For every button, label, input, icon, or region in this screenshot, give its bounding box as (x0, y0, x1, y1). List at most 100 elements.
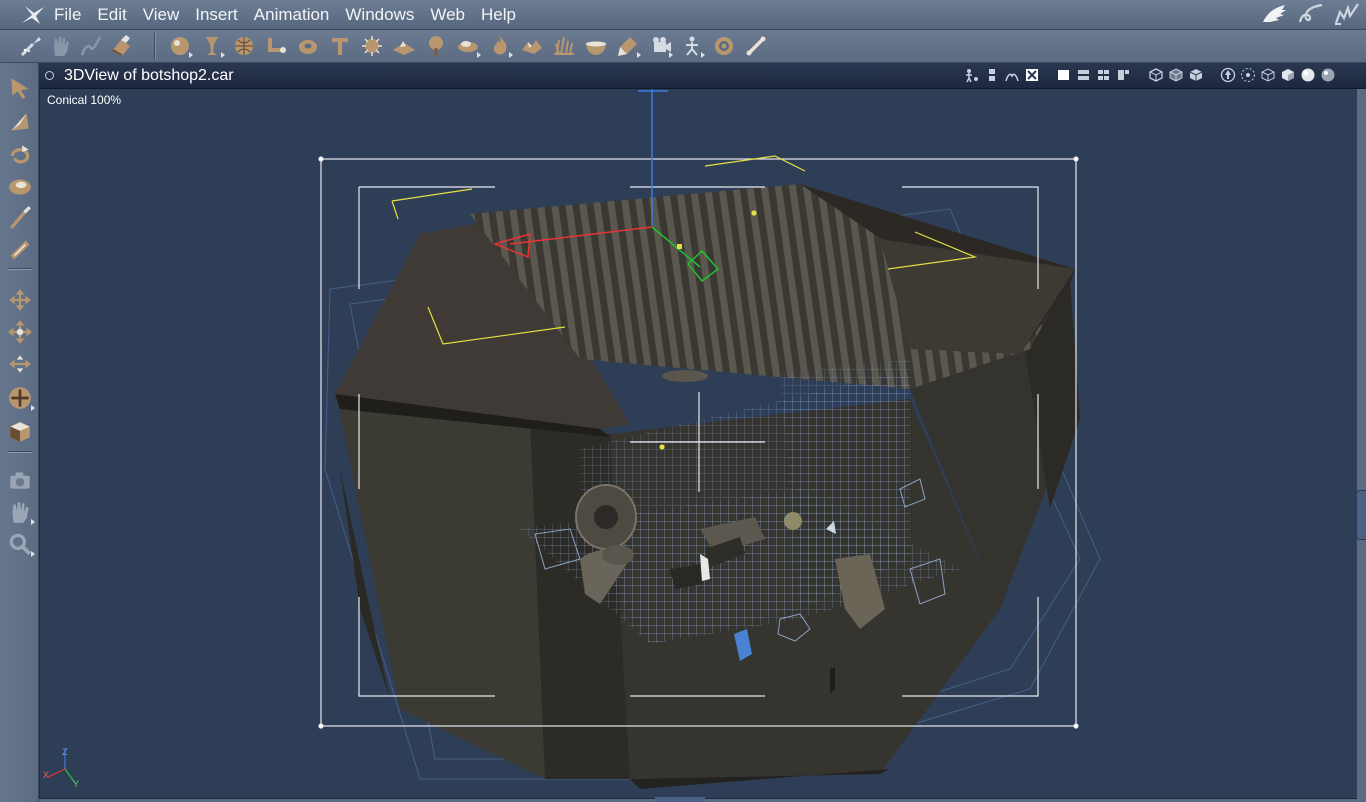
move-xy-tool[interactable] (5, 285, 35, 315)
hierarchy-icon[interactable] (1004, 67, 1020, 83)
brush-tools (16, 31, 136, 61)
move-z-tool[interactable] (5, 349, 35, 379)
menu-windows[interactable]: Windows (345, 0, 422, 29)
scene-render[interactable]: Z X Y (40, 89, 1357, 798)
grass-button[interactable] (548, 31, 580, 61)
globe-button[interactable] (228, 31, 260, 61)
bowl-icon (586, 41, 606, 55)
brush-button[interactable] (16, 31, 46, 61)
bone-icon (746, 36, 766, 56)
cube-solid-icon[interactable] (1280, 67, 1296, 83)
tool-bar (0, 30, 1366, 63)
box-wire-icon[interactable] (1148, 67, 1164, 83)
submenu-indicator (221, 52, 225, 58)
camera-button[interactable] (644, 31, 676, 61)
hand-brush-icon[interactable] (1260, 2, 1288, 26)
right-panel-handle[interactable] (1356, 490, 1366, 540)
sphere-gloss-icon[interactable] (1320, 67, 1336, 83)
skeleton-button[interactable] (676, 31, 708, 61)
rocks-button[interactable] (516, 31, 548, 61)
axis-z-label: Z (62, 747, 68, 757)
bend-button[interactable] (260, 31, 292, 61)
submenu-indicator (31, 405, 35, 411)
lathe-button[interactable] (196, 31, 228, 61)
curl-brush-icon[interactable] (1296, 2, 1324, 26)
select-arrow-tool[interactable] (5, 73, 35, 103)
submenu-indicator (669, 52, 673, 58)
camera-tool-icon (10, 472, 30, 489)
spin-tool[interactable] (5, 139, 35, 169)
zoom-icon (9, 533, 32, 556)
menu-items: File Edit View Insert Animation Windows … (54, 0, 532, 29)
view-close-button[interactable] (45, 71, 54, 80)
move-4way-tool[interactable] (5, 317, 35, 347)
rocks-icon (522, 40, 542, 54)
brush-stick-tool[interactable] (5, 203, 35, 233)
menu-animation[interactable]: Animation (254, 0, 338, 29)
tree-icon (429, 36, 443, 56)
menu-view[interactable]: View (143, 0, 188, 29)
submenu-indicator (701, 52, 705, 58)
menu-file[interactable]: File (54, 0, 89, 29)
fire-button[interactable] (484, 31, 516, 61)
camera-tool-tool[interactable] (5, 465, 35, 495)
move-all-tool[interactable] (5, 383, 35, 413)
submenu-indicator (477, 52, 481, 58)
bottom-panel-handle[interactable] (655, 797, 705, 802)
view-title-bar: 3DView of botshop2.car (39, 63, 1366, 89)
cube-wire-icon[interactable] (1260, 67, 1276, 83)
menu-edit[interactable]: Edit (97, 0, 134, 29)
nodes-icon[interactable] (1024, 67, 1040, 83)
box-edge-icon[interactable] (1168, 67, 1184, 83)
nav-up-icon[interactable] (1220, 67, 1236, 83)
scale-tool[interactable] (5, 171, 35, 201)
room-switcher (1260, 2, 1360, 26)
move-xy-icon (9, 289, 31, 311)
tweak-button[interactable] (76, 31, 106, 61)
bone-tool-tool[interactable] (5, 235, 35, 265)
menu-help[interactable]: Help (481, 0, 524, 29)
torus-icon (299, 40, 317, 54)
3d-viewport[interactable]: Z X Y Conical 100% (39, 89, 1357, 799)
pen-brush-icon[interactable] (1332, 2, 1360, 26)
column-icon[interactable] (984, 67, 1000, 83)
submenu-indicator (637, 52, 641, 58)
sphere-button[interactable] (164, 31, 196, 61)
terrain-button[interactable] (388, 31, 420, 61)
rotate-arrow-tool[interactable] (5, 107, 35, 137)
layout-2-icon[interactable] (1076, 67, 1092, 83)
spikes-button[interactable] (356, 31, 388, 61)
menu-web[interactable]: Web (430, 0, 473, 29)
layout-custom-icon[interactable] (1116, 67, 1132, 83)
nav-orbit-icon[interactable] (1240, 67, 1256, 83)
bowl-button[interactable] (580, 31, 612, 61)
menu-insert[interactable]: Insert (195, 0, 246, 29)
zoom-tool[interactable] (5, 529, 35, 559)
app-logo-icon[interactable] (20, 3, 46, 27)
brush-icon (20, 37, 41, 57)
terrain-icon (393, 41, 415, 55)
submenu-indicator (31, 551, 35, 557)
move-4way-icon (8, 320, 32, 344)
tree-button[interactable] (420, 31, 452, 61)
sphere-shaded-icon[interactable] (1300, 67, 1316, 83)
submenu-indicator (31, 519, 35, 525)
figure-icon[interactable] (964, 67, 980, 83)
pan-hand-tool[interactable] (5, 497, 35, 527)
light-button[interactable] (612, 31, 644, 61)
shading-box-tool[interactable] (5, 417, 35, 447)
target-button[interactable] (708, 31, 740, 61)
cloud-button[interactable] (452, 31, 484, 61)
layout-1-icon[interactable] (1056, 67, 1072, 83)
text-button[interactable] (324, 31, 356, 61)
layout-4-icon[interactable] (1096, 67, 1112, 83)
globe-icon (235, 37, 253, 55)
hand-button[interactable] (46, 31, 76, 61)
view-title: 3DView of botshop2.car (64, 67, 234, 84)
torus-button[interactable] (292, 31, 324, 61)
axis-y-label: Y (73, 779, 79, 789)
submenu-indicator (189, 52, 193, 58)
bone-button[interactable] (740, 31, 772, 61)
eraser-button[interactable] (106, 31, 136, 61)
box-solid-icon[interactable] (1188, 67, 1204, 83)
